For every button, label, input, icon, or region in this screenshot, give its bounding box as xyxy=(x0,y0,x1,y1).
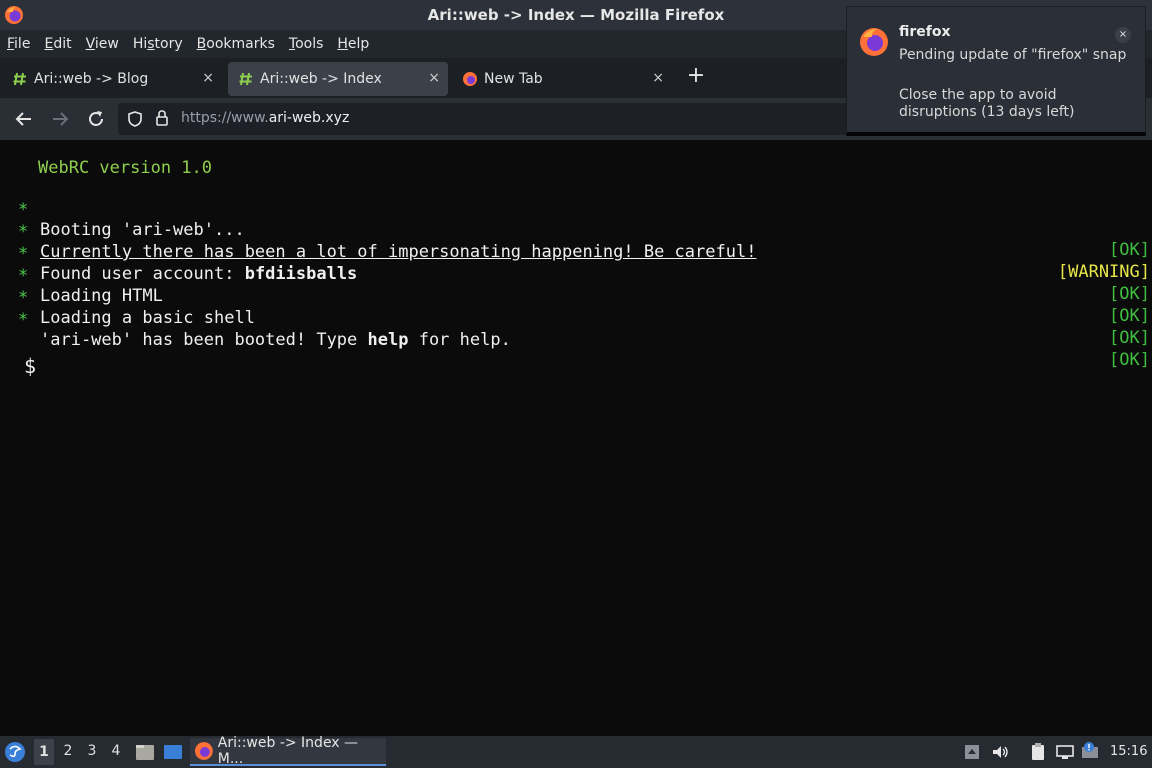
start-menu-icon[interactable] xyxy=(4,741,26,763)
update-notification[interactable]: firefox Pending update of "firefox" snap… xyxy=(846,6,1146,136)
log-line: * Loading a basic shell [OK] xyxy=(0,268,1152,348)
log-line: * Loading HTML [OK] xyxy=(0,246,1152,326)
volume-icon[interactable] xyxy=(990,742,1010,762)
notification-body: Close the app to avoid disruptions (13 d… xyxy=(899,87,1075,120)
tab-blog[interactable]: Ari::web -> Blog × xyxy=(2,62,222,96)
menu-bookmarks[interactable]: Bookmarks xyxy=(197,36,275,52)
help-keyword: help xyxy=(367,330,409,350)
workspace-1[interactable]: 1 xyxy=(34,739,54,765)
log-text: 'ari-web' has been booted! Type help for… xyxy=(40,330,511,350)
tab-label: Ari::web -> Blog xyxy=(34,71,149,87)
tab-label: Ari::web -> Index xyxy=(260,71,382,87)
taskbar-task-firefox[interactable]: Ari::web -> Index — M... xyxy=(190,735,386,767)
tab-index[interactable]: Ari::web -> Index × xyxy=(228,62,448,96)
taskbar: 1 2 3 4 Ari::web -> Index — M... 15:16 xyxy=(0,735,1152,768)
desktop-icon[interactable] xyxy=(162,741,184,763)
firefox-icon xyxy=(194,742,213,760)
workspace-2[interactable]: 2 xyxy=(58,743,78,759)
back-arrow-icon[interactable] xyxy=(13,108,35,130)
menu-history[interactable]: History xyxy=(133,36,183,52)
reload-icon[interactable] xyxy=(85,108,107,130)
tab-new-tab[interactable]: New Tab × xyxy=(452,62,672,96)
clock: 15:16 xyxy=(1110,744,1148,759)
menu-edit[interactable]: Edit xyxy=(44,36,71,52)
hash-icon xyxy=(239,72,252,86)
menu-help[interactable]: Help xyxy=(337,36,369,52)
workspace-3[interactable]: 3 xyxy=(82,743,102,759)
log-line: * Booting 'ari-web'... [OK] xyxy=(0,180,1152,260)
notification-area-icon[interactable] xyxy=(962,742,982,762)
status-ok: [OK] xyxy=(1109,350,1150,370)
forward-arrow-icon[interactable] xyxy=(49,108,71,130)
new-tab-button[interactable]: + xyxy=(684,64,708,88)
menu-file[interactable]: File xyxy=(7,36,30,52)
status-ok: [OK] xyxy=(1109,328,1150,348)
clipboard-icon[interactable] xyxy=(1028,742,1048,762)
firefox-icon xyxy=(463,72,477,86)
lock-icon[interactable] xyxy=(154,109,170,127)
shield-icon[interactable] xyxy=(126,110,144,128)
bullet: * xyxy=(18,310,29,330)
menu-view[interactable]: View xyxy=(86,36,119,52)
tab-label: New Tab xyxy=(484,71,543,87)
notification-body: Pending update of "firefox" snap xyxy=(899,47,1127,63)
menu-tools[interactable]: Tools xyxy=(289,36,324,52)
url-text[interactable]: https://www.ari-web.xyz xyxy=(181,110,349,126)
firefox-icon xyxy=(860,28,888,56)
update-alert-icon[interactable] xyxy=(1080,742,1100,762)
notification-title: firefox xyxy=(899,24,951,40)
log-line: * 'ari-web' has been booted! Type help f… xyxy=(0,290,1152,370)
version-line: WebRC version 1.0 xyxy=(38,158,212,178)
terminal-page[interactable]: WebRC version 1.0 * Booting 'ari-web'...… xyxy=(0,140,1152,736)
file-manager-icon[interactable] xyxy=(134,741,156,763)
close-icon[interactable]: × xyxy=(428,70,440,86)
network-icon[interactable] xyxy=(1055,742,1075,762)
log-line: * Currently there has been a lot of impe… xyxy=(0,202,1152,282)
workspace-4[interactable]: 4 xyxy=(106,743,126,759)
close-icon[interactable]: × xyxy=(1115,27,1131,43)
task-label: Ari::web -> Index — M... xyxy=(217,735,359,767)
log-line: * Found user account: bfdiisballs [OK] xyxy=(0,224,1152,304)
shell-prompt[interactable]: $ xyxy=(24,354,36,378)
close-icon[interactable]: × xyxy=(202,70,214,86)
close-icon[interactable]: × xyxy=(652,70,664,86)
url-bar[interactable]: https://www.ari-web.xyz xyxy=(118,103,878,135)
hash-icon xyxy=(13,72,26,86)
